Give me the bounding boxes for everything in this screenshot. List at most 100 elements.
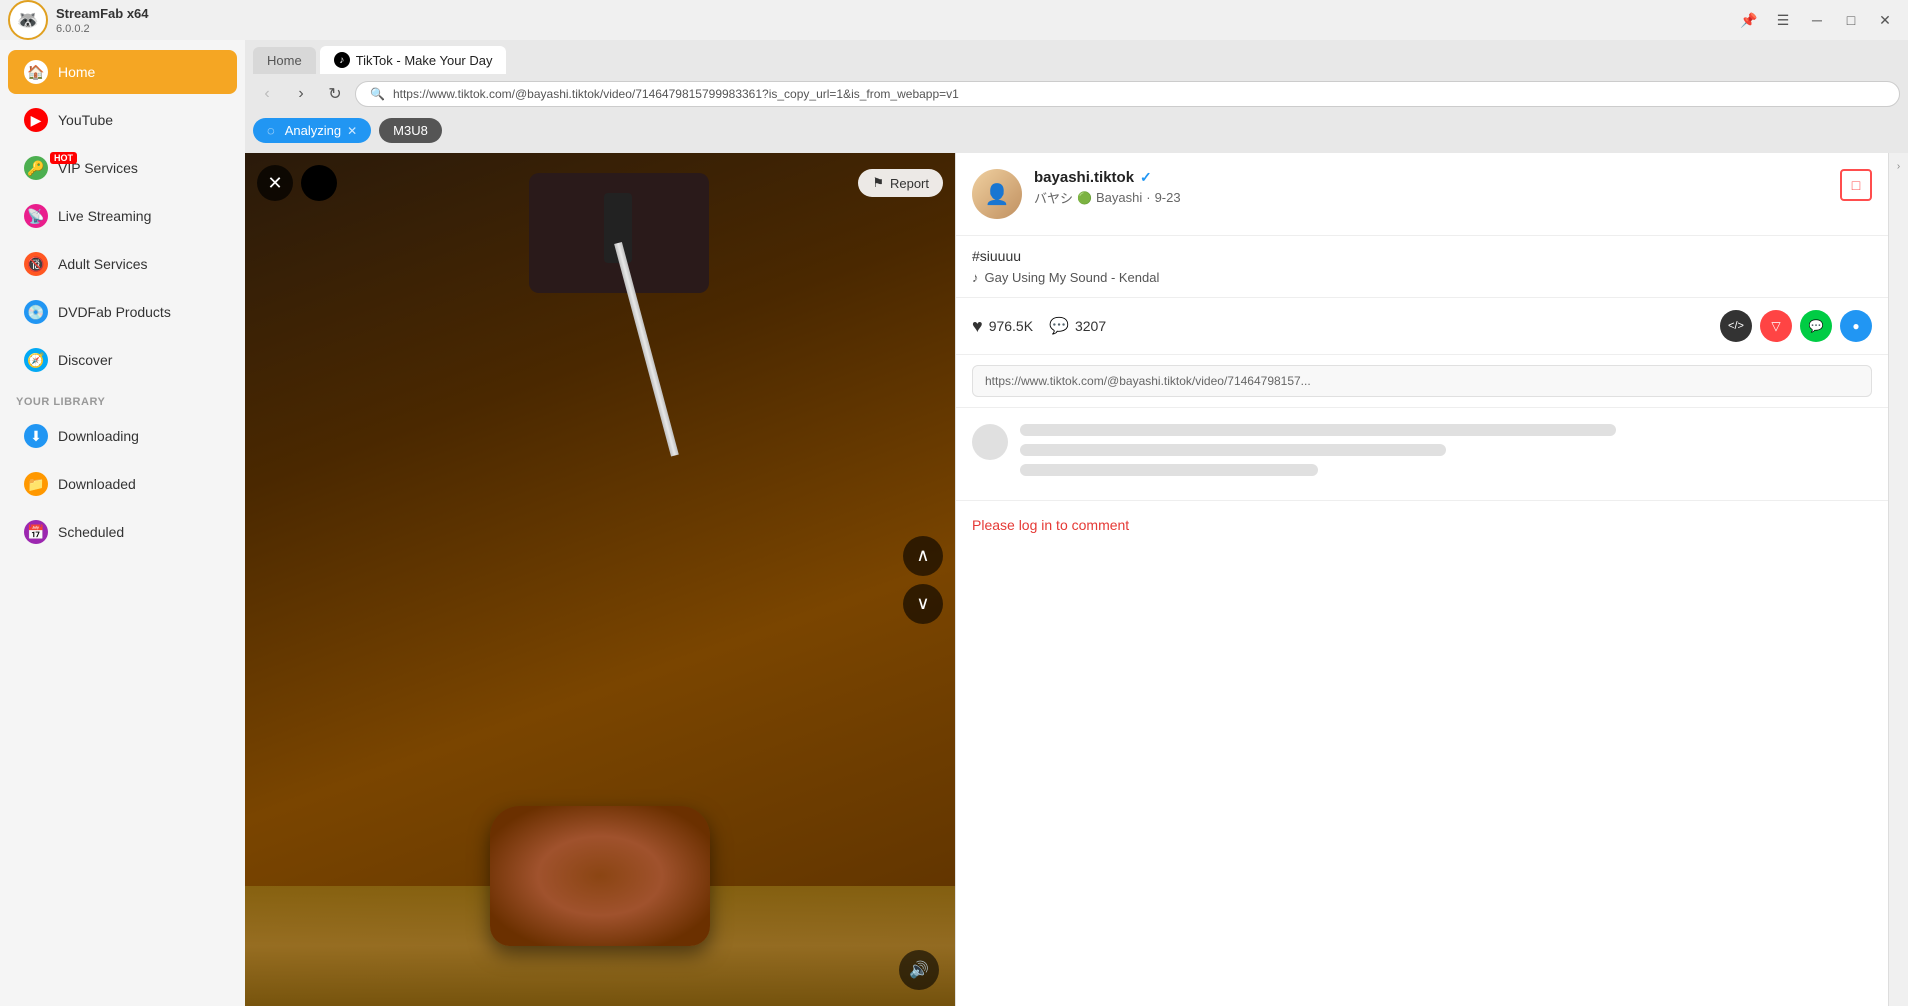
sidebar-item-adult[interactable]: 🔞 Adult Services: [8, 242, 237, 286]
close-video-button[interactable]: ✕: [257, 165, 293, 201]
save-button[interactable]: □: [1840, 169, 1872, 201]
app-logo: 🦝: [8, 0, 48, 40]
content-area: Home ♪ TikTok - Make Your Day ‹ › ↻ 🔍 ht…: [245, 40, 1908, 1006]
vip-icon: 🔑: [24, 156, 48, 180]
sidebar-live-label: Live Streaming: [58, 208, 151, 224]
sidebar-item-downloaded[interactable]: 📁 Downloaded: [8, 462, 237, 506]
refresh-button[interactable]: ↻: [321, 80, 349, 108]
tab-tiktok-label: TikTok - Make Your Day: [356, 53, 493, 68]
maximize-button[interactable]: □: [1836, 8, 1866, 32]
forward-button[interactable]: ›: [287, 80, 315, 108]
creator-username: bayashi.tiktok: [1034, 169, 1134, 186]
login-prompt-text[interactable]: Please log in to comment: [972, 517, 1129, 533]
tab-tiktok[interactable]: ♪ TikTok - Make Your Day: [320, 46, 507, 74]
sidebar: 🏠 Home ▶ YouTube 🔑 VIP Services HOT 📡 Li…: [0, 40, 245, 1006]
creator-sub: バヤシ 🟢 Bayashi · 9-23: [1034, 188, 1828, 207]
comments-count: 💬 3207: [1049, 316, 1106, 336]
dvd-icon: 💿: [24, 300, 48, 324]
browser-nav: ‹ › ↻ 🔍 https://www.tiktok.com/@bayashi.…: [253, 80, 1900, 108]
creator-platform: Bayashi: [1096, 190, 1142, 205]
separator: ·: [1146, 190, 1150, 205]
creator-details: bayashi.tiktok ✓ バヤシ 🟢 Bayashi · 9-23: [1034, 169, 1828, 207]
sound-name: Gay Using My Sound - Kendal: [985, 270, 1160, 285]
code-share-button[interactable]: </>: [1720, 310, 1752, 342]
verified-icon: ✓: [1140, 169, 1152, 186]
titlebar-controls: 📌 ☰ ─ □ ✕: [1734, 8, 1900, 32]
sidebar-item-discover[interactable]: 🧭 Discover: [8, 338, 237, 382]
creator-date: 9-23: [1155, 190, 1181, 205]
spinner-icon: ◌: [267, 123, 275, 138]
creator-display-name: バヤシ: [1034, 188, 1073, 207]
sidebar-item-scheduled[interactable]: 📅 Scheduled: [8, 510, 237, 554]
sidebar-item-live[interactable]: 📡 Live Streaming: [8, 194, 237, 238]
save-icon: □: [1852, 177, 1860, 193]
comment-line-3: [1020, 464, 1318, 476]
m3u8-button[interactable]: M3U8: [379, 118, 442, 143]
action-red-button[interactable]: ▽: [1760, 310, 1792, 342]
report-button[interactable]: ⚑ Report: [858, 169, 943, 197]
next-video-button[interactable]: ∨: [903, 584, 943, 624]
downloading-icon: ⬇: [24, 424, 48, 448]
app-info: StreamFab x64 6.0.0.2: [56, 5, 149, 35]
back-button[interactable]: ‹: [253, 80, 281, 108]
sidebar-item-youtube[interactable]: ▶ YouTube: [8, 98, 237, 142]
hashtag-text: #siuuuu: [972, 248, 1872, 264]
sidebar-dvd-label: DVDFab Products: [58, 304, 171, 320]
likes-value: 976.5K: [989, 318, 1033, 334]
sidebar-item-downloading[interactable]: ⬇ Downloading: [8, 414, 237, 458]
report-label: Report: [890, 176, 929, 191]
browser-tabs: Home ♪ TikTok - Make Your Day: [253, 46, 1900, 74]
scheduled-icon: 📅: [24, 520, 48, 544]
edge-arrow-icon: ›: [1897, 161, 1900, 172]
comment-icon: 💬: [1049, 316, 1069, 336]
sidebar-home-label: Home: [58, 64, 95, 80]
app-name: StreamFab x64: [56, 6, 149, 21]
url-share: https://www.tiktok.com/@bayashi.tiktok/v…: [956, 355, 1888, 408]
pin-button[interactable]: 📌: [1734, 8, 1764, 32]
video-nav-right: ∧ ∨: [903, 536, 943, 624]
live-icon: 📡: [24, 204, 48, 228]
right-edge-panel[interactable]: ›: [1888, 153, 1908, 1006]
comment-avatar-placeholder: [972, 424, 1008, 460]
sound-info: ♪ Gay Using My Sound - Kendal: [972, 270, 1872, 285]
discover-icon: 🧭: [24, 348, 48, 372]
sidebar-scheduled-label: Scheduled: [58, 524, 124, 540]
menu-button[interactable]: ☰: [1768, 8, 1798, 32]
volume-button[interactable]: 🔊: [899, 950, 939, 990]
logo-emoji: 🦝: [17, 10, 39, 31]
sidebar-youtube-label: YouTube: [58, 112, 113, 128]
youtube-icon: ▶: [24, 108, 48, 132]
heart-icon: ♥: [972, 316, 983, 337]
creator-avatar: 👤: [972, 169, 1022, 219]
home-icon: 🏠: [24, 60, 48, 84]
sidebar-downloading-label: Downloading: [58, 428, 139, 444]
app-version: 6.0.0.2: [56, 23, 149, 35]
sidebar-item-vip[interactable]: 🔑 VIP Services HOT: [8, 146, 237, 190]
analyzing-button[interactable]: ◌ Analyzing ✕: [253, 118, 371, 143]
comment-loading-lines: [1020, 424, 1872, 484]
volume-icon: 🔊: [909, 960, 929, 980]
sidebar-item-dvd[interactable]: 💿 DVDFab Products: [8, 290, 237, 334]
flag-icon: ⚑: [872, 175, 884, 191]
titlebar: 🦝 StreamFab x64 6.0.0.2 📌 ☰ ─ □ ✕: [0, 0, 1908, 40]
sidebar-discover-label: Discover: [58, 352, 112, 368]
engagement-bar: ♥ 976.5K 💬 3207 </> ▽ 💬 ●: [956, 298, 1888, 355]
titlebar-left: 🦝 StreamFab x64 6.0.0.2: [8, 0, 149, 40]
action-blue-button[interactable]: ●: [1840, 310, 1872, 342]
analyzing-close-icon[interactable]: ✕: [347, 124, 357, 138]
loading-comments: [956, 408, 1888, 500]
minimize-button[interactable]: ─: [1802, 8, 1832, 32]
close-button[interactable]: ✕: [1870, 8, 1900, 32]
downloaded-icon: 📁: [24, 472, 48, 496]
browser-toolbar: ◌ Analyzing ✕ M3U8: [253, 114, 1900, 147]
action-green-button[interactable]: 💬: [1800, 310, 1832, 342]
library-header: YOUR LIBRARY: [0, 384, 245, 412]
sidebar-item-home[interactable]: 🏠 Home: [8, 50, 237, 94]
share-url-text[interactable]: https://www.tiktok.com/@bayashi.tiktok/v…: [972, 365, 1872, 397]
video-content: ✕ ♪ ⚑ Report ∧ ∨ 🔊: [245, 153, 1908, 1006]
sidebar-adult-label: Adult Services: [58, 256, 147, 272]
url-bar[interactable]: 🔍 https://www.tiktok.com/@bayashi.tiktok…: [355, 81, 1900, 107]
music-note-icon: ♪: [972, 270, 979, 285]
tab-home[interactable]: Home: [253, 47, 316, 74]
prev-video-button[interactable]: ∧: [903, 536, 943, 576]
